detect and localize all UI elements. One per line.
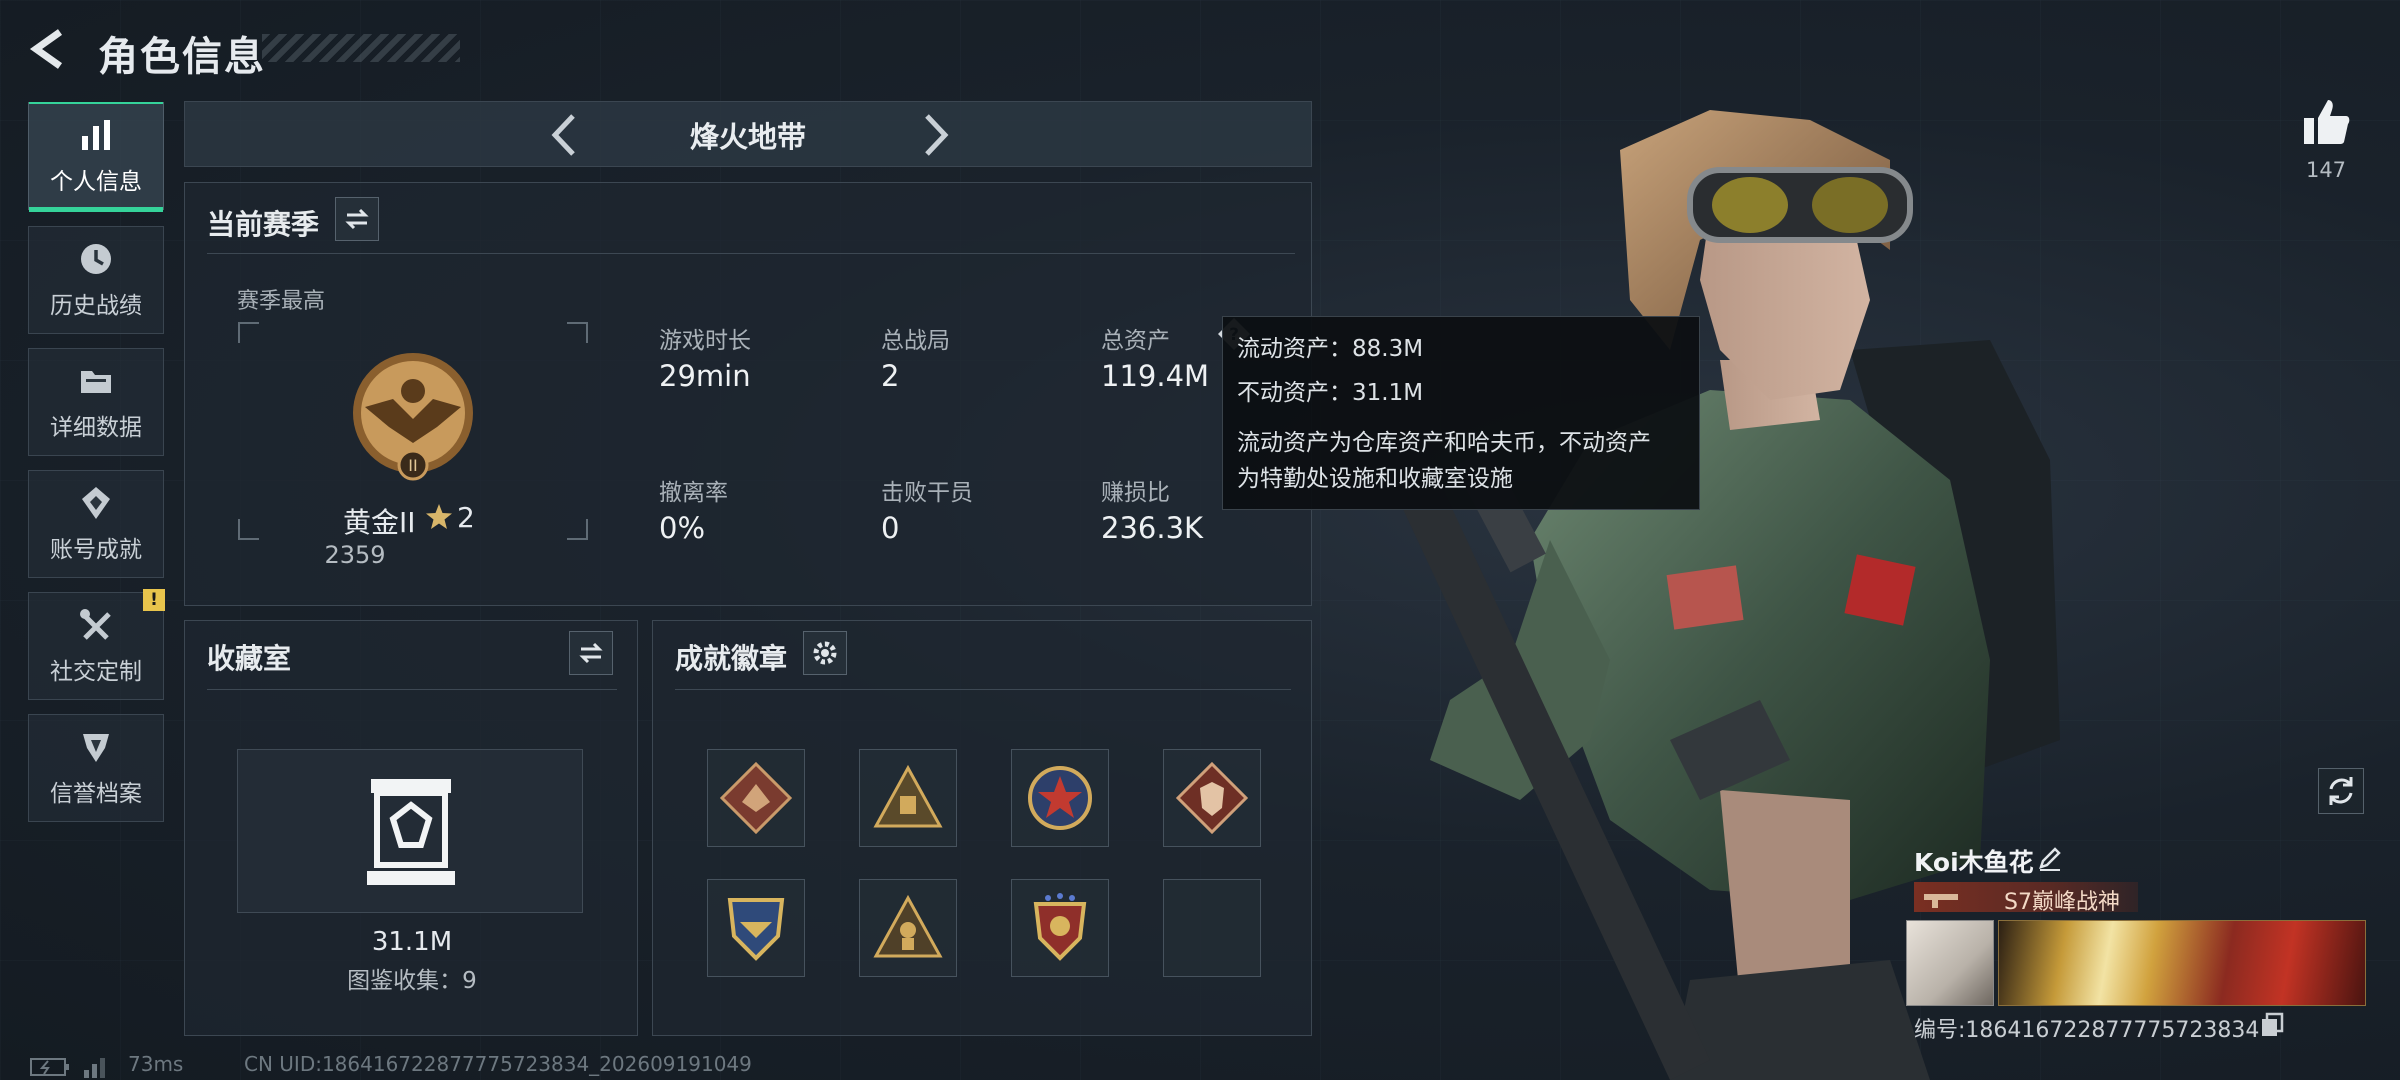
sidebar-item-history[interactable]: 历史战绩: [28, 226, 164, 334]
pyramid-badge[interactable]: [859, 749, 957, 847]
divider: [675, 689, 1291, 690]
stat-label: 游戏时长: [659, 328, 751, 354]
stat-label: 总战局: [881, 328, 950, 354]
collection-room-icon: [367, 779, 455, 885]
stat-value: 29min: [659, 359, 751, 393]
tooltip-description: 流动资产为仓库资产和哈夫币，不动资产: [1237, 430, 1651, 456]
rank-name: 黄金II: [343, 506, 416, 539]
badge-settings-button[interactable]: [803, 631, 847, 675]
divider: [207, 253, 1295, 254]
swap-icon: [345, 208, 369, 230]
sidebar-item-label: 详细数据: [50, 415, 142, 441]
star-icon: [426, 504, 452, 529]
eagle-shield-badge-icon: [727, 898, 785, 961]
weapon-icon: [1924, 894, 1958, 908]
stat-label: 击败干员: [881, 480, 973, 506]
stat-label: 撤离率: [659, 480, 728, 506]
page-title: 角色信息: [98, 34, 266, 80]
signal-icon: [84, 1058, 105, 1078]
tools-icon: [80, 609, 111, 640]
shield-icon: [83, 734, 109, 762]
ping-value: 73ms: [128, 1052, 184, 1076]
warrior-badge-icon: [873, 894, 943, 958]
dragon-badge-icon: [720, 762, 792, 834]
empty-badge-slot[interactable]: [1163, 879, 1261, 977]
edit-pencil-icon[interactable]: [2036, 844, 2064, 872]
refresh-icon: [2329, 777, 2353, 805]
clock-icon: [81, 244, 111, 274]
divider: [207, 689, 617, 690]
collection-switch-button[interactable]: [569, 631, 613, 675]
chevron-right-icon[interactable]: [915, 112, 955, 158]
sidebar-item-label: 历史战绩: [50, 293, 142, 319]
player-title: S7巅峰战神: [2004, 890, 2120, 915]
sidebar-item-social-custom[interactable]: 社交定制 !: [28, 589, 165, 700]
player-name: Koi木鱼花: [1914, 848, 2034, 877]
crest-badge[interactable]: [1011, 879, 1109, 977]
back-arrow-icon[interactable]: [26, 26, 72, 72]
gear-icon: [813, 641, 837, 665]
pyramid-badge-icon: [873, 764, 943, 828]
sidebar-item-label: 社交定制: [50, 659, 142, 685]
sidebar-item-label: 信誉档案: [50, 781, 142, 807]
copy-icon[interactable]: [2260, 1012, 2284, 1038]
folder-icon: [81, 371, 111, 393]
season-best-label: 赛季最高: [237, 289, 326, 314]
dragon-badge[interactable]: [707, 749, 805, 847]
rank-stars: 2: [457, 501, 475, 534]
stat-value: 2: [881, 359, 900, 393]
battery-icon: [30, 1058, 69, 1076]
svg-text:II: II: [408, 456, 417, 475]
stat-value: 119.4M: [1101, 359, 1210, 393]
uid-text: CN UID:18641672287777572383​4_2026091910…: [244, 1052, 752, 1076]
star-shield-badge-icon: [1028, 766, 1092, 830]
mode-switcher: 烽火地带: [184, 101, 1312, 167]
sidebar-item-personal-info[interactable]: 个人信息: [28, 102, 164, 212]
season-switch-button[interactable]: [335, 197, 379, 241]
tooltip-fixed-assets: 不动资产：31.1M: [1237, 380, 1424, 406]
mode-label: 烽火地带: [689, 120, 806, 154]
stat-value: 236.3K: [1101, 511, 1204, 545]
title-decoration: [262, 34, 460, 62]
collection-value: 31.1M: [371, 927, 453, 957]
season-title: 当前赛季: [207, 208, 320, 241]
rank-score: 2359: [324, 541, 386, 569]
gold-rank-emblem-icon: II: [353, 353, 473, 481]
sidebar-item-achievements[interactable]: 账号成就: [28, 470, 164, 578]
stat-value: 0: [881, 511, 900, 545]
collection-title: 收藏室: [207, 642, 292, 675]
badges-title: 成就徽章: [675, 642, 788, 675]
collection-panel: 收藏室 31.1M 图鉴收集：9: [184, 620, 638, 1036]
player-name-card[interactable]: [1998, 920, 2366, 1006]
like-count: 147: [2305, 158, 2347, 182]
player-avatar[interactable]: [1906, 920, 1994, 1006]
achievement-badges-panel: 成就徽章: [652, 620, 1312, 1036]
notification-badge: !: [143, 589, 165, 611]
achievement-icon: [82, 487, 110, 519]
eagle-shield-badge[interactable]: [707, 879, 805, 977]
wolf-badge[interactable]: [1163, 749, 1261, 847]
asset-tooltip: 流动资产：88.3M 不动资产：31.1M 流动资产为仓库资产和哈夫币，不动资产…: [1222, 316, 1700, 510]
stat-label: 赚损比: [1101, 480, 1170, 506]
tooltip-liquid-assets: 流动资产：88.3M: [1237, 336, 1424, 362]
sidebar-item-label: 个人信息: [50, 169, 142, 195]
season-panel: 当前赛季 赛季最高 II 黄金II 2 2359 游戏时长 29min 总战局 …: [184, 182, 1312, 606]
collection-count: 图鉴收集：9: [347, 968, 477, 994]
sidebar-item-label: 账号成就: [50, 537, 142, 563]
warrior-badge[interactable]: [859, 879, 957, 977]
bar-chart-icon: [82, 120, 110, 150]
crest-badge-icon: [1033, 893, 1087, 961]
stat-value: 0%: [659, 511, 706, 545]
player-id: 编号:1864167228777757238​34: [1914, 1018, 2260, 1043]
sidebar-item-credit[interactable]: 信誉档案: [28, 714, 164, 822]
rotate-model-button[interactable]: [2318, 768, 2364, 814]
wolf-badge-icon: [1176, 762, 1248, 834]
thumbs-up-icon[interactable]: [2300, 96, 2352, 148]
tooltip-description: 为特勤处设施和收藏室设施: [1237, 466, 1513, 492]
star-shield-badge[interactable]: [1011, 749, 1109, 847]
stat-label: 总资产: [1101, 328, 1170, 354]
swap-icon: [579, 642, 603, 664]
sidebar-item-detailed-data[interactable]: 详细数据: [28, 348, 164, 456]
